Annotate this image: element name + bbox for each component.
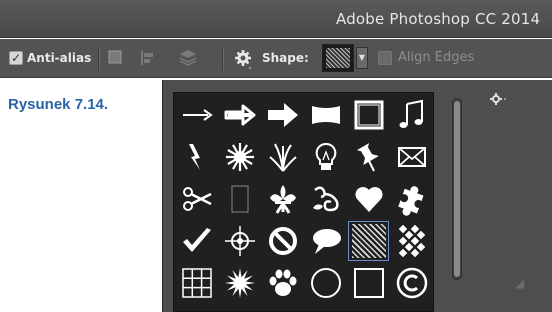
title-bar: Adobe Photoshop CC 2014 (0, 0, 552, 38)
shape-no-sign-icon[interactable] (262, 221, 303, 261)
shape-grass-icon[interactable] (262, 137, 303, 177)
shape-checkmark-icon[interactable] (176, 221, 217, 261)
shape-grid (173, 92, 434, 312)
anti-alias-label[interactable]: Anti-alias (27, 51, 91, 65)
path-alignment-icon[interactable] (140, 50, 156, 69)
anti-alias-checkbox[interactable]: ✓ (9, 51, 23, 65)
gear-icon[interactable] (234, 49, 252, 72)
shape-hatched-square-icon[interactable] (348, 221, 389, 261)
shape-ornament-icon[interactable] (305, 179, 346, 219)
divider (222, 47, 223, 71)
options-bar: ✓ Anti-alias Shape: ▼ Align Edges (0, 39, 552, 78)
figure-caption: Rysunek 7.14. (8, 96, 109, 113)
shape-label: Shape: (262, 51, 309, 65)
shape-picker-panel: ◢ (162, 80, 552, 312)
divider (98, 47, 99, 71)
shape-picker-scrollbar[interactable] (452, 98, 462, 280)
shape-paw-print-icon[interactable] (262, 263, 303, 303)
shape-checkerboard-icon[interactable] (391, 221, 432, 261)
shape-fleur-de-lis-icon[interactable] (262, 179, 303, 219)
shape-square-frame-grunge-icon[interactable] (348, 95, 389, 135)
shape-speech-bubble-icon[interactable] (305, 221, 346, 261)
shape-copyright-icon[interactable] (391, 263, 432, 303)
shape-crosshair-icon[interactable] (219, 221, 260, 261)
resize-grip-icon[interactable]: ◢ (515, 276, 524, 290)
shape-dropdown-arrow-icon[interactable]: ▼ (356, 47, 368, 69)
shape-preview-swatch[interactable] (322, 44, 354, 72)
shape-arrow-thin-icon[interactable] (176, 95, 217, 135)
shape-lightning-icon[interactable] (176, 137, 217, 177)
picker-settings-gear-icon[interactable] (489, 92, 507, 110)
shape-envelope-icon[interactable] (391, 137, 432, 177)
shape-thumbtack-icon[interactable] (348, 137, 389, 177)
shape-arrow-medium-icon[interactable] (219, 95, 260, 135)
app-title: Adobe Photoshop CC 2014 (336, 10, 541, 28)
path-arrangement-icon[interactable] (178, 49, 198, 70)
shape-circle-icon[interactable] (305, 263, 346, 303)
align-edges-label[interactable]: Align Edges (398, 50, 474, 65)
shape-heart-icon[interactable] (348, 179, 389, 219)
shape-arrow-bold-icon[interactable] (262, 95, 303, 135)
path-operations-icon[interactable] (108, 50, 122, 67)
shape-banner-icon[interactable] (305, 95, 346, 135)
shape-starburst-icon[interactable] (219, 137, 260, 177)
shape-square-icon[interactable] (348, 263, 389, 303)
shape-music-notes-icon[interactable] (391, 95, 432, 135)
scrollbar-thumb[interactable] (454, 101, 460, 277)
shape-puzzle-piece-icon[interactable] (391, 179, 432, 219)
shape-burst-icon[interactable] (219, 263, 260, 303)
shape-scissors-icon[interactable] (176, 179, 217, 219)
shape-lightbulb-icon[interactable] (305, 137, 346, 177)
shape-grid-icon[interactable] (176, 263, 217, 303)
align-edges-checkbox[interactable] (378, 51, 392, 65)
shape-rectangle-frame-icon[interactable] (219, 179, 260, 219)
